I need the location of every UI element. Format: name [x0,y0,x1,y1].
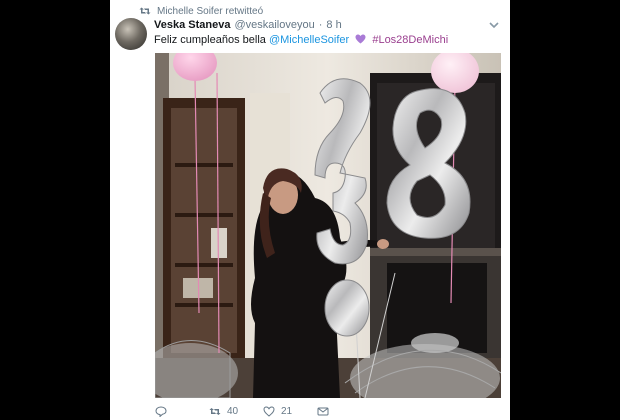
like-count: 21 [281,405,293,417]
retweet-icon [209,407,221,415]
separator: · [318,19,323,31]
display-name[interactable]: Veska Staneva [154,19,230,31]
retweet-button[interactable]: 40 [209,406,263,417]
reply-button[interactable] [155,405,209,417]
like-icon [263,405,275,417]
avatar[interactable] [115,18,147,50]
tweet-text-body: Feliz cumpleaños bella [154,34,266,46]
retweet-context[interactable]: Michelle Soifer retwitteó [139,4,263,18]
hashtag-link[interactable]: #Los28DeMichi [372,34,448,46]
timestamp[interactable]: 8 h [326,19,341,31]
caret-down-icon[interactable] [488,20,500,30]
mention-link[interactable]: @MichelleSoifer [269,34,349,46]
tweet-actions: 40 21 [155,403,355,419]
like-button[interactable]: 21 [263,406,317,417]
retweet-icon [139,7,151,15]
purple-heart-icon [355,34,366,44]
handle[interactable]: @veskailoveyou [234,19,314,31]
tweet-header: Veska Staneva @veskailoveyou · 8 h [154,19,484,31]
message-icon [317,407,329,415]
retweet-label: Michelle Soifer retwitteó [157,5,264,17]
tweet-text: Feliz cumpleaños bella @MichelleSoifer #… [154,34,500,46]
photo-scene [155,53,501,398]
message-button[interactable] [317,406,347,417]
tweet-photo[interactable] [155,53,501,398]
retweet-count: 40 [227,405,239,417]
tweet-card[interactable]: Michelle Soifer retwitteó Veska Staneva … [110,0,510,420]
reply-icon [155,405,167,417]
